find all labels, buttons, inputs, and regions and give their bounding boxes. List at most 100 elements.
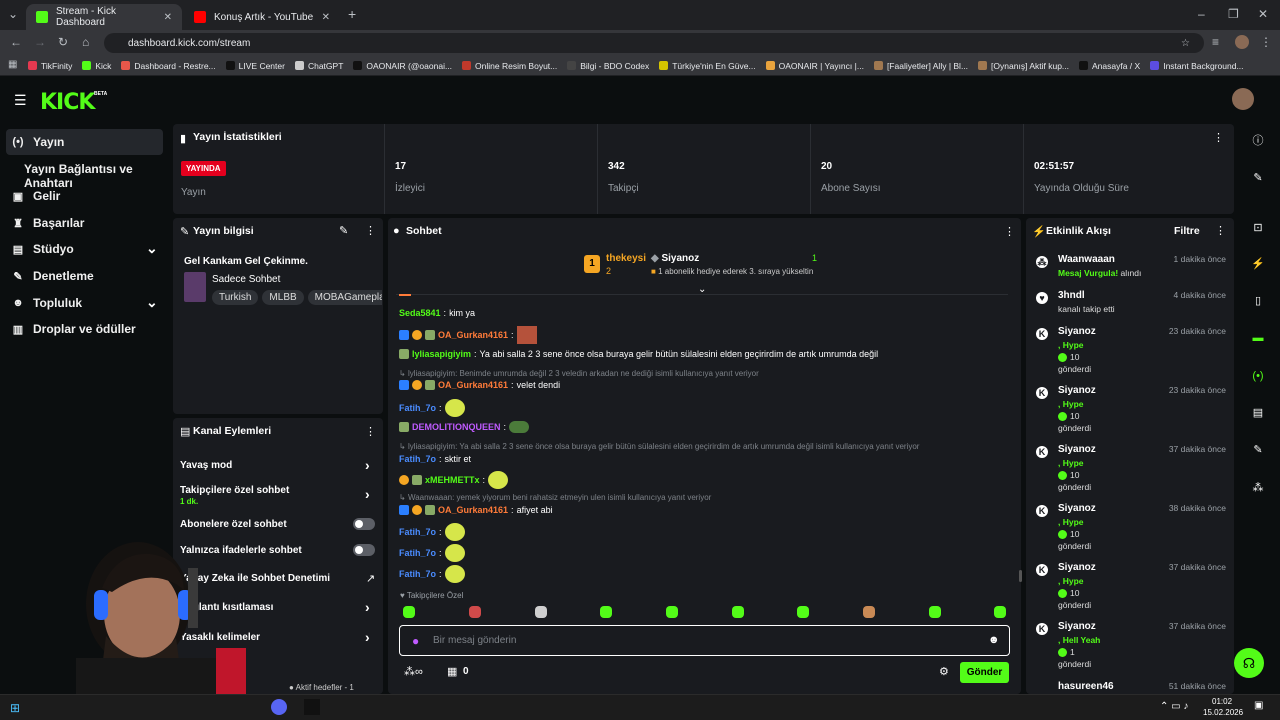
- chat-username[interactable]: Fatih_7o: [399, 454, 436, 464]
- emote-button[interactable]: [403, 606, 415, 618]
- chat-username[interactable]: Fatih_7o: [399, 403, 436, 413]
- bookmark-item[interactable]: OAONAIR (@oaonai...: [353, 61, 452, 71]
- bookmark-item[interactable]: LIVE Center: [225, 61, 285, 71]
- chat-username[interactable]: lyliasapigiyim: [412, 349, 471, 359]
- url-field[interactable]: dashboard.kick.com/stream ☆: [104, 33, 1204, 53]
- document-icon[interactable]: ▯: [1250, 293, 1266, 309]
- event-username[interactable]: Siyanoz: [1058, 503, 1096, 514]
- windows-start-icon[interactable]: ⊞: [10, 701, 20, 715]
- sidebar-item-yayin[interactable]: (•) Yayın: [12, 135, 64, 149]
- event-username[interactable]: Siyanoz: [1058, 326, 1096, 337]
- close-tab-icon[interactable]: ✕: [164, 12, 172, 23]
- event-username[interactable]: Siyanoz: [1058, 385, 1096, 396]
- event-username[interactable]: hasureen46: [1058, 681, 1114, 692]
- more-icon[interactable]: ⋮: [365, 224, 376, 237]
- bookmark-item[interactable]: Anasayfa / X: [1079, 61, 1140, 71]
- second-gifter[interactable]: ◆ Siyanoz: [651, 253, 699, 264]
- sidebar-item-denetleme[interactable]: ✎ Denetleme: [12, 269, 93, 283]
- bookmark-item[interactable]: Online Resim Boyut...: [462, 61, 557, 71]
- kick-points-icon[interactable]: ⁂∞: [404, 665, 423, 678]
- emote-button[interactable]: [469, 606, 481, 618]
- bookmark-item[interactable]: ChatGPT: [294, 61, 343, 71]
- chat-settings-icon[interactable]: ⚙: [939, 665, 949, 678]
- media-control-icon[interactable]: ≡: [1212, 36, 1219, 48]
- sidebar-item-studyo[interactable]: ▤ Stüdyo: [12, 242, 74, 256]
- chat-scrollbar[interactable]: [1019, 570, 1022, 582]
- capcut-icon[interactable]: [304, 699, 320, 715]
- chevron-down-icon[interactable]: ⌄: [146, 240, 158, 257]
- chat-username[interactable]: DEMOLITIONQUEEN: [412, 422, 501, 432]
- emote-button[interactable]: [994, 606, 1006, 618]
- maximize-icon[interactable]: ❐: [1228, 8, 1239, 20]
- chat-username[interactable]: OA_Gurkan4161: [438, 330, 508, 340]
- emote-only-toggle[interactable]: [353, 544, 375, 556]
- info-icon[interactable]: ⓘ: [1250, 133, 1266, 149]
- chevron-down-icon[interactable]: ⌄: [146, 294, 158, 311]
- sidebar-item-stream-key[interactable]: Yayın Bağlantısı ve Anahtarı: [24, 162, 170, 190]
- microphone-icon[interactable]: ●: [412, 634, 419, 648]
- discord-icon[interactable]: [271, 699, 287, 715]
- emote-button[interactable]: [797, 606, 809, 618]
- apps-grid-icon[interactable]: ▦: [8, 60, 17, 70]
- event-username[interactable]: Waanwaaan: [1058, 254, 1115, 265]
- support-headset-icon[interactable]: ☊: [1234, 648, 1264, 678]
- top-gifter-name[interactable]: thekeysi: [606, 253, 646, 264]
- profile-avatar-icon[interactable]: [1235, 35, 1249, 49]
- emote-button[interactable]: [666, 606, 678, 618]
- bookmark-item[interactable]: Kick: [82, 61, 111, 71]
- bookmark-item[interactable]: [Faaliyetler] Ally | Bl...: [873, 61, 968, 71]
- chat-username[interactable]: OA_Gurkan4161: [438, 505, 508, 515]
- broadcast-rail-icon[interactable]: (•): [1250, 368, 1266, 384]
- tab-kick-dashboard[interactable]: Stream - Kick Dashboard ✕: [26, 4, 182, 30]
- tab-search-icon[interactable]: ⌄: [8, 8, 18, 20]
- notification-icon[interactable]: ▣: [1254, 700, 1263, 711]
- sidebar-item-topluluk[interactable]: ☻ Topluluk: [12, 296, 82, 310]
- bookmark-item[interactable]: Türkiye'nin En Güve...: [659, 61, 756, 71]
- tag-chip[interactable]: Turkish: [212, 290, 259, 305]
- close-tab-icon[interactable]: ✕: [322, 12, 330, 23]
- browser-menu-icon[interactable]: ⋮: [1260, 36, 1272, 48]
- bookmark-item[interactable]: Dashboard - Restre...: [121, 61, 216, 71]
- external-link-icon[interactable]: ↗: [366, 572, 375, 585]
- store-icon[interactable]: ▦: [447, 665, 457, 678]
- chat-username[interactable]: Fatih_7o: [399, 527, 436, 537]
- emote-button[interactable]: [929, 606, 941, 618]
- reload-icon[interactable]: ↻: [58, 36, 68, 48]
- emote-button[interactable]: [600, 606, 612, 618]
- chat-username[interactable]: Fatih_7o: [399, 548, 436, 558]
- event-username[interactable]: Siyanoz: [1058, 621, 1096, 632]
- link-restriction-chevron-icon[interactable]: ›: [365, 599, 370, 615]
- system-tray-icons[interactable]: ⌃ ▭ ♪: [1160, 701, 1188, 712]
- event-username[interactable]: 3hndl: [1058, 290, 1085, 301]
- users-rail-icon[interactable]: ⁂: [1250, 480, 1266, 496]
- new-tab-icon[interactable]: +: [348, 7, 356, 21]
- minimize-icon[interactable]: –: [1198, 8, 1205, 20]
- subs-only-toggle[interactable]: [353, 518, 375, 530]
- bookmark-item[interactable]: Instant Background...: [1150, 61, 1244, 71]
- forward-icon[interactable]: →: [34, 36, 46, 48]
- sidebar-item-droplar[interactable]: ▥ Droplar ve ödüller: [12, 322, 136, 336]
- sidebar-item-gelir[interactable]: ▣ Gelir: [12, 189, 61, 203]
- chat-input[interactable]: ● Bir mesaj gönderin ☻: [399, 625, 1010, 656]
- more-icon[interactable]: ⋮: [365, 425, 376, 438]
- chat-rail-icon[interactable]: ▬: [1250, 330, 1266, 346]
- back-icon[interactable]: ←: [10, 36, 22, 48]
- hamburger-menu-icon[interactable]: ☰: [14, 92, 27, 109]
- event-username[interactable]: Siyanoz: [1058, 444, 1096, 455]
- sidebar-item-basarilar[interactable]: ♜ Başarılar: [12, 216, 84, 230]
- list-icon[interactable]: ▤: [1250, 405, 1266, 421]
- home-icon[interactable]: ⌂: [82, 36, 89, 48]
- bookmark-item[interactable]: [Oynanış] Aktif kup...: [978, 61, 1069, 71]
- bookmark-item[interactable]: Bilgi - BDO Codex: [567, 61, 649, 71]
- tag-chip[interactable]: MOBAGameplay: [307, 290, 382, 305]
- emote-button[interactable]: [732, 606, 744, 618]
- emote-button[interactable]: [863, 606, 875, 618]
- wrench-rail-icon[interactable]: ✎: [1250, 442, 1266, 458]
- bookmark-star-icon[interactable]: ☆: [1181, 38, 1190, 49]
- send-button[interactable]: Gönder: [960, 662, 1009, 683]
- chat-more-icon[interactable]: ⋮: [1004, 225, 1015, 238]
- bookmark-item[interactable]: TikFinity: [28, 61, 72, 71]
- followers-only-chevron-icon[interactable]: ›: [365, 486, 370, 502]
- user-avatar[interactable]: [1232, 88, 1254, 110]
- lightning-rail-icon[interactable]: ⚡: [1250, 256, 1266, 272]
